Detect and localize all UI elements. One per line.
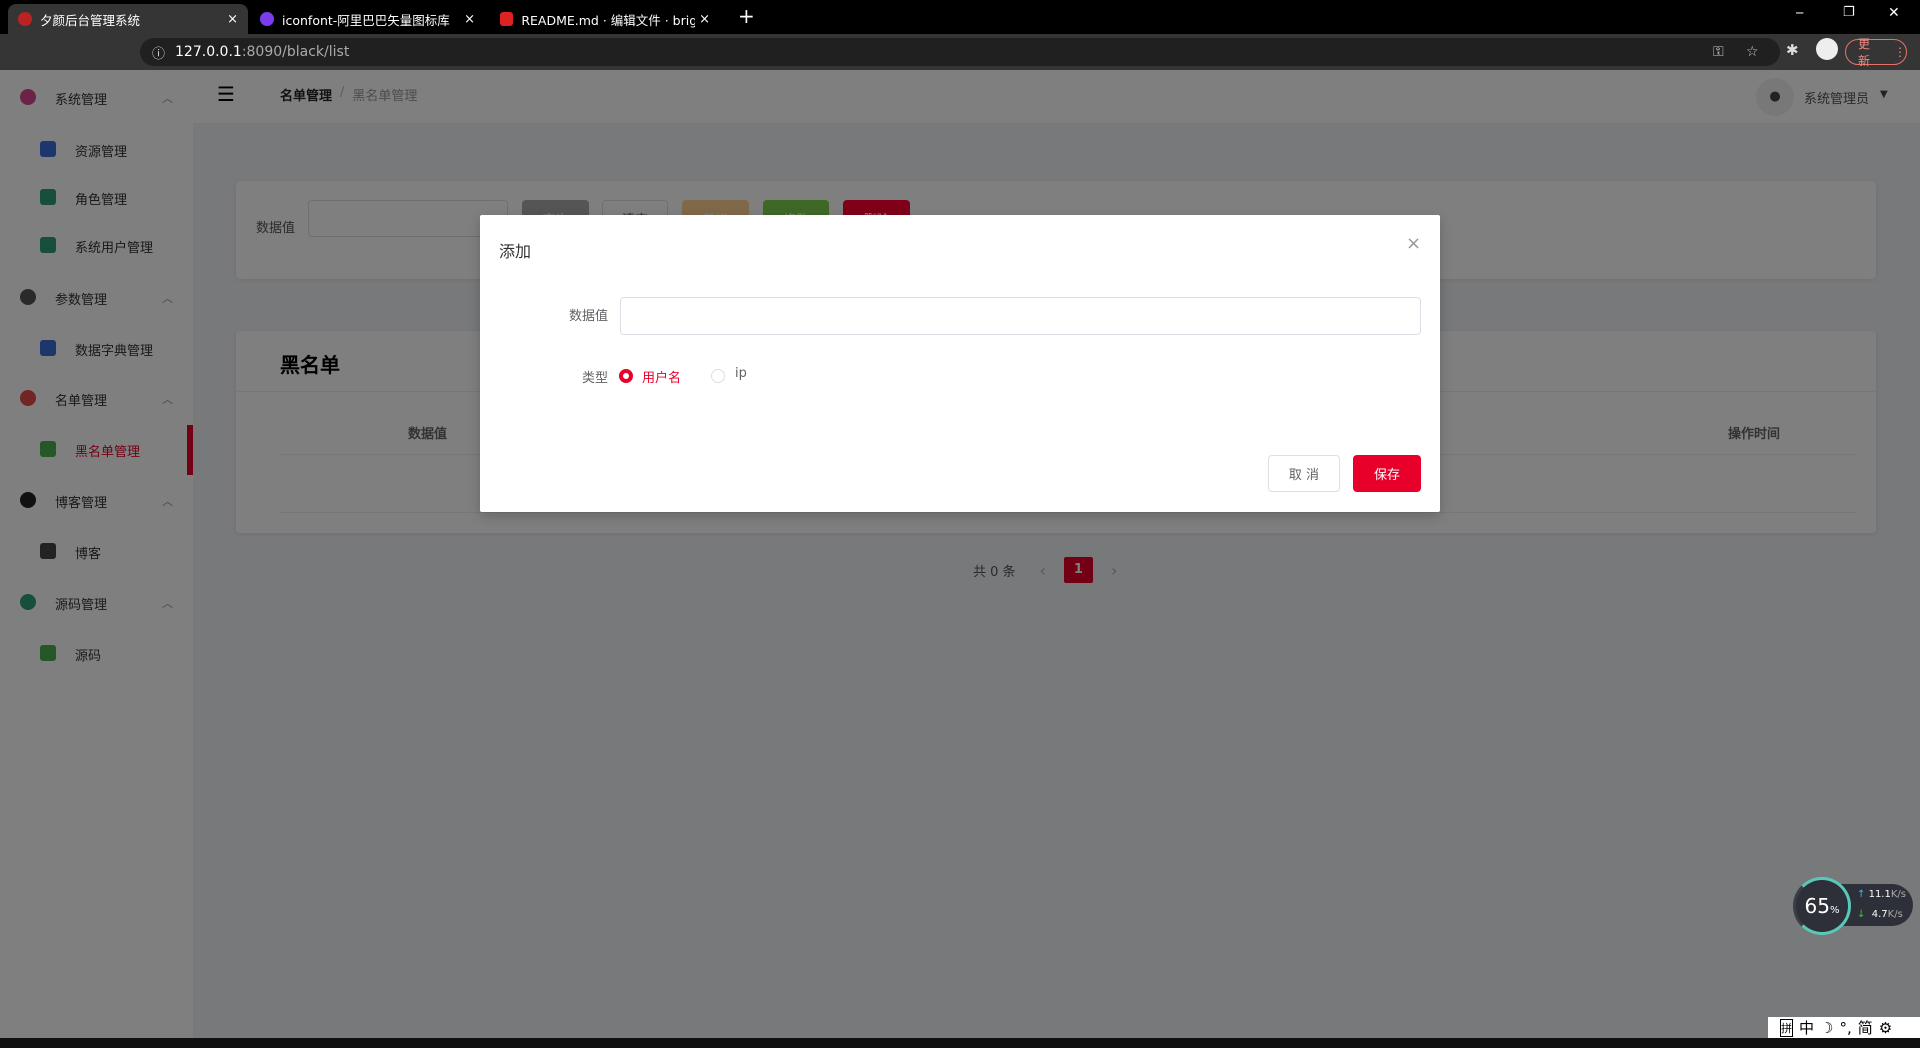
arrow-up-icon: ↑	[1857, 889, 1866, 900]
close-icon[interactable]: ×	[1406, 233, 1421, 254]
close-tab-icon[interactable]: ×	[227, 12, 238, 27]
value-label: 数据值	[568, 309, 608, 324]
tab-readme[interactable]: README.md · 编辑文件 · bright ×	[490, 4, 720, 34]
taskbar	[0, 1038, 1920, 1048]
save-button[interactable]: 保存	[1353, 455, 1421, 492]
tab-admin[interactable]: 夕颜后台管理系统 ×	[8, 4, 248, 34]
url-path: :8090/black/list	[241, 44, 350, 60]
radio-ip[interactable]	[711, 369, 725, 383]
new-tab-button[interactable]: +	[738, 4, 755, 28]
ime-toolbar[interactable]: 拼 中 ☽ °, 简 ⚙	[1768, 1017, 1920, 1038]
site-favicon-icon	[18, 12, 32, 26]
cancel-button[interactable]: 取 消	[1268, 455, 1340, 492]
cpu-gauge: 65%	[1793, 877, 1851, 935]
download-rate: ↓ 4.7K/s	[1857, 909, 1903, 920]
close-tab-icon[interactable]: ×	[695, 11, 710, 27]
type-label: 类型	[581, 371, 608, 386]
radio-username-label[interactable]: 用户名	[642, 367, 681, 386]
dialog-title: 添加	[499, 242, 532, 261]
star-icon[interactable]: ☆	[1746, 44, 1759, 60]
tab-title: 夕颜后台管理系统	[40, 12, 141, 28]
url-host: 127.0.0.1	[175, 44, 242, 60]
ime-pinyin-icon[interactable]: 拼	[1780, 1018, 1793, 1037]
minimize-button[interactable]: ─	[1796, 6, 1803, 20]
arrow-down-icon: ↓	[1857, 909, 1866, 920]
radio-ip-label[interactable]: ip	[735, 366, 747, 381]
ime-settings-icon[interactable]: ⚙	[1879, 1019, 1892, 1037]
key-icon[interactable]: ⚿	[1713, 44, 1724, 60]
ime-halfwidth-icon[interactable]: ☽	[1820, 1019, 1833, 1037]
address-bar[interactable]: ⓘ 127.0.0.1:8090/black/list ⚿ ☆	[140, 38, 1780, 66]
update-label: 更新	[1858, 37, 1871, 68]
tab-title: README.md · 编辑文件 · bright	[521, 12, 710, 28]
cpu-unit: %	[1829, 904, 1840, 916]
radio-username[interactable]	[619, 369, 633, 383]
close-window-button[interactable]: ✕	[1888, 5, 1900, 21]
restore-button[interactable]: ❐	[1843, 5, 1855, 20]
tab-title: iconfont-阿里巴巴矢量图标库	[282, 12, 450, 28]
add-dialog: 添加 × 数据值 类型 用户名 ip 取 消 保存	[480, 215, 1440, 512]
ime-punctuation-icon[interactable]: °,	[1839, 1019, 1851, 1037]
iconfont-favicon-icon	[260, 12, 274, 26]
site-info-icon[interactable]: ⓘ	[152, 43, 165, 62]
cpu-value: 65	[1804, 894, 1830, 918]
menu-dots-icon: ⋮	[1894, 45, 1906, 59]
tab-iconfont[interactable]: iconfont-阿里巴巴矢量图标库 ×	[250, 4, 485, 34]
update-button[interactable]: 更新 ⋮	[1845, 37, 1907, 68]
value-input[interactable]	[620, 297, 1421, 335]
close-tab-icon[interactable]: ×	[464, 12, 475, 27]
tab-strip: 夕颜后台管理系统 × iconfont-阿里巴巴矢量图标库 × README.m…	[0, 0, 1920, 34]
ime-simplified[interactable]: 简	[1858, 1017, 1873, 1038]
ime-chinese-mode[interactable]: 中	[1799, 1017, 1814, 1038]
profile-icon[interactable]	[1816, 38, 1838, 60]
extensions-icon[interactable]: ✱	[1786, 41, 1799, 59]
gitee-favicon-icon	[500, 12, 514, 26]
upload-rate: ↑ 11.1K/s	[1857, 889, 1906, 900]
